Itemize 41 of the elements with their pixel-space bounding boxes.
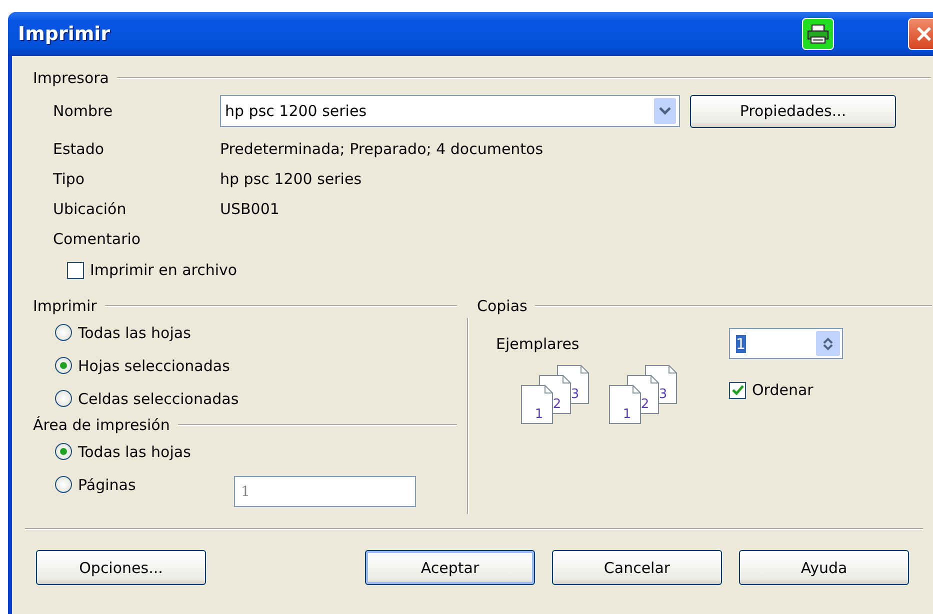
dialog-button[interactable]: Opciones... xyxy=(36,550,206,585)
close-icon[interactable] xyxy=(915,25,933,43)
close-button[interactable] xyxy=(908,18,933,50)
page-icon: 1 xyxy=(521,385,553,424)
info-value: hp psc 1200 series xyxy=(220,170,363,188)
page-icon: 1 xyxy=(609,385,641,424)
radio-label[interactable]: Hojas seleccionadas xyxy=(78,356,230,374)
checkbox[interactable] xyxy=(67,262,84,278)
info-value: Predeterminada; Preparado; 4 documentos xyxy=(220,140,544,158)
dialog-button[interactable]: Ayuda xyxy=(739,550,909,585)
printer-icon[interactable] xyxy=(802,18,834,50)
checkbox-label[interactable]: Ordenar xyxy=(752,381,814,399)
info-label: Estado xyxy=(53,140,106,158)
checkbox[interactable] xyxy=(729,382,746,398)
checkbox-label[interactable]: Imprimir en archivo xyxy=(90,261,238,279)
info-label: Ubicación xyxy=(53,200,128,218)
dialog-button[interactable]: Aceptar xyxy=(365,550,535,585)
printer-dropdown[interactable]: hp psc 1200 series xyxy=(220,95,680,127)
properties-button[interactable]: Propiedades... xyxy=(690,94,896,128)
window-title: Imprimir xyxy=(18,23,112,45)
field-label: Ejemplares xyxy=(496,334,580,352)
radio-label[interactable]: Celdas seleccionadas xyxy=(78,390,239,408)
dialog-button[interactable]: Cancelar xyxy=(552,550,722,585)
section-heading: Impresora xyxy=(33,69,109,87)
section-heading: Área de impresión xyxy=(33,416,170,434)
radio-label[interactable]: Páginas xyxy=(78,476,228,494)
radio-button[interactable] xyxy=(55,443,72,460)
copies-spinbox[interactable]: 1 xyxy=(729,328,843,359)
info-label: Tipo xyxy=(53,170,86,188)
radio-button[interactable] xyxy=(55,357,72,374)
radio-label[interactable]: Todas las hojas xyxy=(78,324,191,342)
section-heading: Imprimir xyxy=(33,297,97,315)
radio-label[interactable]: Todas las hojas xyxy=(78,442,228,460)
section-heading: Copias xyxy=(477,297,528,315)
info-value: USB001 xyxy=(220,200,280,218)
radio-button[interactable] xyxy=(55,390,72,407)
radio-button[interactable] xyxy=(55,324,72,341)
spin-arrows-icon[interactable] xyxy=(816,331,840,356)
radio-button[interactable] xyxy=(55,476,72,493)
info-label: Comentario xyxy=(53,230,142,248)
field-label: Nombre xyxy=(53,102,114,120)
